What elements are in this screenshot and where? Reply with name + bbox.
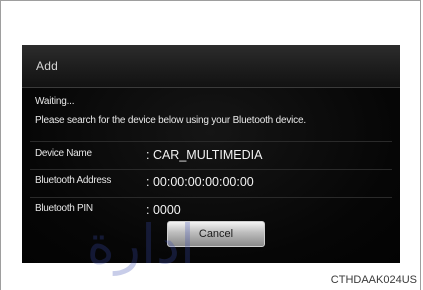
figure-frame: Add Waiting... Please search for the dev… [0,0,421,290]
bluetooth-address-label: Bluetooth Address [35,175,112,186]
waiting-status: Waiting... [35,96,75,107]
dialog-title: Add [36,59,58,73]
dialog-title-bar: Add [22,45,400,88]
divider [30,141,392,142]
device-name-value: : CAR_MULTIMEDIA [146,148,263,162]
divider [30,197,392,198]
bluetooth-pin-value: : 0000 [146,203,181,217]
cancel-button[interactable]: Cancel [167,221,265,247]
figure-code: CTHDAAK024US [330,274,417,286]
device-name-label: Device Name [35,148,92,159]
bluetooth-address-value: : 00:00:00:00:00:00 [146,175,254,189]
display-screen: Add Waiting... Please search for the dev… [22,45,400,263]
bluetooth-pin-label: Bluetooth PIN [35,203,93,214]
divider [30,169,392,170]
instruction-text: Please search for the device below using… [35,115,306,126]
